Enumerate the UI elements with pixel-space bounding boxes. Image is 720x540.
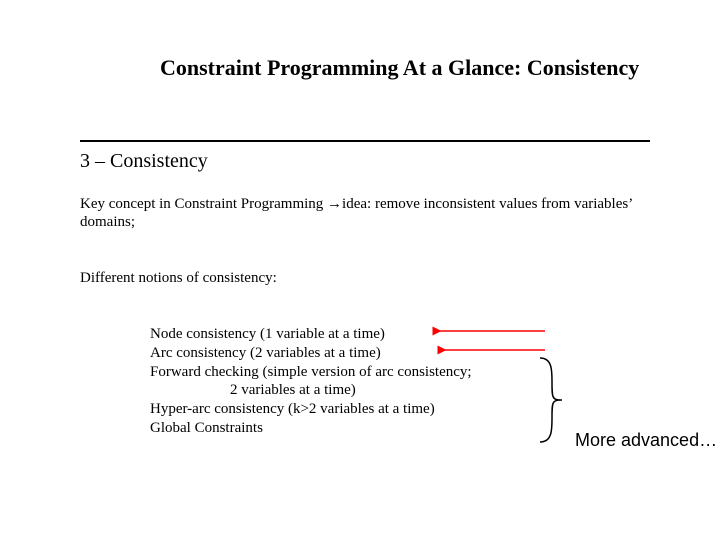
list-item: Hyper-arc consistency (k>2 variables at … [150,400,472,419]
list-item-cont: 2 variables at a time) [150,381,472,400]
list-item: Node consistency (1 variable at a time) [150,325,472,344]
section-heading: 3 – Consistency [80,150,208,173]
paragraph-notions: Different notions of consistency: [80,270,277,287]
list-item: Global Constraints [150,419,472,438]
consistency-list: Node consistency (1 variable at a time) … [150,325,472,438]
slide-title: Constraint Programming At a Glance: Cons… [160,55,639,81]
horizontal-rule [80,140,650,142]
more-advanced-label: More advanced… [575,430,717,451]
arrow-icon: → [327,196,342,212]
slide: Constraint Programming At a Glance: Cons… [0,0,720,540]
list-item: Arc consistency (2 variables at a time) [150,344,472,363]
p1-part-a: Key concept in Constraint Programming [80,196,327,212]
list-item: Forward checking (simple version of arc … [150,363,472,382]
brace-icon [540,358,562,442]
paragraph-key-concept: Key concept in Constraint Programming →i… [80,195,660,231]
